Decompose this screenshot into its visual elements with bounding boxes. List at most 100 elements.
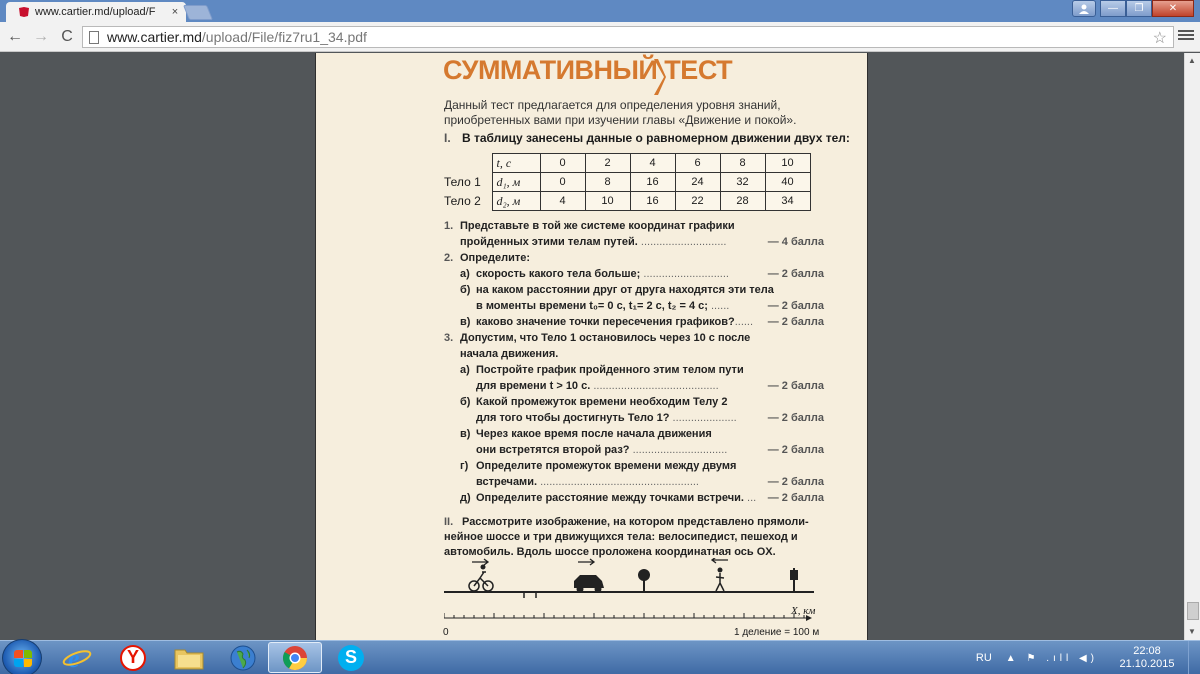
- bookmark-star-icon[interactable]: ☆: [1153, 28, 1167, 48]
- question-text: встречами.: [476, 476, 538, 488]
- table-cell: 0: [539, 172, 586, 192]
- question-text: для того чтобы достигнуть Тело 1?: [476, 412, 670, 424]
- question-text: в моменты времени t₀= 0 с, t₁= 2 с, t₂ =…: [476, 300, 708, 312]
- svg-text:e: e: [68, 644, 80, 672]
- table-cell: 16: [629, 172, 676, 192]
- table-cell: 4: [629, 153, 676, 173]
- question-line: для времени t > 10 с. ..................…: [444, 378, 824, 394]
- table-cell: 40: [764, 172, 811, 192]
- scroll-thumb[interactable]: [1187, 602, 1199, 620]
- tab-strip: www.cartier.md/upload/F × — ❐ ✕: [0, 0, 1200, 22]
- section-1-title: I. В таблицу занесены данные о равномерно…: [444, 131, 850, 145]
- skype-taskbar-button[interactable]: S: [324, 642, 378, 673]
- scroll-up-icon[interactable]: ▲: [1188, 56, 1196, 65]
- section-1-text: В таблицу занесены данные о равномерном …: [462, 131, 850, 145]
- road-illustration: [444, 558, 814, 621]
- question-line: в моменты времени t₀= 0 с, t₁= 2 с, t₂ =…: [444, 298, 824, 314]
- table-cell: 22: [674, 191, 721, 211]
- leader-dots: ......: [734, 316, 754, 328]
- question-line: для того чтобы достигнуть Тело 1? ......…: [444, 410, 824, 426]
- question-text: они встретятся второй раз?: [476, 444, 630, 456]
- scroll-down-icon[interactable]: ▼: [1188, 627, 1196, 636]
- section-2-number: II.: [444, 516, 454, 528]
- table-cell: 34: [764, 191, 811, 211]
- axis-ticks: [444, 613, 805, 618]
- table-cell: 24: [674, 172, 721, 192]
- table-cell: 8: [719, 153, 766, 173]
- vertical-scrollbar[interactable]: ▲ ▼: [1184, 53, 1200, 640]
- points-label: — 4 балла: [767, 236, 824, 248]
- new-tab-button[interactable]: [182, 5, 214, 20]
- leader-dots: ........................................…: [590, 380, 719, 392]
- section-1-number: I.: [444, 131, 451, 145]
- show-desktop-button[interactable]: [1188, 641, 1200, 674]
- address-bar[interactable]: www.cartier.md/upload/File/fiz7ru1_34.pd…: [82, 26, 1174, 48]
- table-cell: 6: [674, 153, 721, 173]
- folder-icon: [174, 649, 204, 669]
- restore-button[interactable]: ❐: [1126, 0, 1152, 17]
- question-text: Представьте в той же системе координат г…: [460, 220, 735, 232]
- table-cell: 16: [629, 191, 676, 211]
- start-button[interactable]: [2, 639, 42, 674]
- language-indicator[interactable]: RU: [976, 652, 992, 664]
- table-cell: 28: [719, 191, 766, 211]
- question-text: Определите:: [460, 252, 531, 264]
- question-line: д) Определите расстояние между точками вс…: [444, 490, 824, 506]
- question-text: Определите промежуток времени между двум…: [476, 460, 737, 472]
- url-host: www.cartier.md: [107, 29, 202, 45]
- browser-toolbar: ← → C www.cartier.md/upload/File/fiz7ru1…: [0, 22, 1200, 52]
- tray-icons[interactable]: ▲ ⚑ .ıll ◀): [1006, 653, 1098, 664]
- question-marker: а): [460, 268, 470, 280]
- question-marker: а): [460, 364, 470, 376]
- tree-icon: [638, 569, 650, 592]
- clock[interactable]: 22:08 21.10.2015: [1112, 645, 1182, 671]
- question-line: пройденных этими телам путей. ..........…: [444, 234, 824, 250]
- origin-label: 0: [443, 627, 449, 638]
- points-label: — 2 балла: [767, 444, 824, 456]
- question-line: б) Какой промежуток времени необходим Тел…: [444, 394, 824, 410]
- chrome-menu-icon[interactable]: [1178, 28, 1194, 44]
- reload-button[interactable]: C: [56, 26, 78, 48]
- table-cell: 10: [764, 153, 811, 173]
- question-text: для времени t > 10 с.: [476, 380, 591, 392]
- leader-dots: ............................: [640, 268, 729, 280]
- yandex-taskbar-button[interactable]: Y: [106, 642, 160, 673]
- time-header: t, с: [491, 153, 541, 173]
- question-list: 1. Представьте в той же системе координат…: [444, 218, 824, 506]
- clock-date: 21.10.2015: [1119, 658, 1175, 670]
- question-text: пройденных этими телам путей.: [460, 236, 638, 248]
- scale-label: 1 деление = 100 м: [734, 627, 820, 638]
- explorer-taskbar-button[interactable]: [162, 642, 216, 673]
- cartier-favicon-icon: [19, 7, 29, 17]
- ie-taskbar-button[interactable]: e: [50, 642, 104, 673]
- tab-close-icon[interactable]: ×: [168, 6, 182, 18]
- points-label: — 2 балла: [767, 380, 824, 392]
- question-text: Постройте график пройденного этим телом …: [476, 364, 744, 376]
- row-label: d₂, м: [491, 191, 541, 211]
- browser-tab[interactable]: www.cartier.md/upload/F ×: [6, 2, 186, 22]
- motion-data-table: t, с 0 2 4 6 8 10 Тело 1 d₁, м 0 8 16 24…: [444, 153, 811, 211]
- table-cell: 10: [584, 191, 631, 211]
- forward-button[interactable]: →: [30, 26, 52, 48]
- question-marker: б): [460, 284, 471, 296]
- leader-dots: ...: [743, 492, 757, 504]
- question-line: а) скорость какого тела больше; .........…: [444, 266, 824, 282]
- car-icon: [574, 558, 604, 593]
- pdf-viewer[interactable]: СУММАТИВНЫЙ ТЕСТ Данный тест предлагаетс…: [0, 53, 1184, 640]
- leader-dots: ............................: [637, 236, 727, 248]
- chrome-taskbar-button[interactable]: [268, 642, 322, 673]
- points-label: — 2 балла: [767, 412, 824, 424]
- skype-icon: S: [338, 644, 364, 671]
- back-button[interactable]: ←: [4, 26, 26, 48]
- internet-explorer-icon: e: [62, 644, 92, 672]
- points-label: — 2 балла: [767, 492, 824, 504]
- user-profile-icon[interactable]: [1072, 0, 1096, 17]
- page-icon: [89, 30, 99, 44]
- network-taskbar-button[interactable]: [216, 642, 270, 673]
- close-window-button[interactable]: ✕: [1152, 0, 1194, 17]
- signpost-icon: [790, 568, 798, 592]
- question-marker: в): [460, 316, 471, 328]
- minimize-button[interactable]: —: [1100, 0, 1126, 17]
- question-line: 3. Допустим, что Тело 1 остановилось чере…: [444, 330, 824, 346]
- question-text: Через какое время после начала движения: [476, 428, 712, 440]
